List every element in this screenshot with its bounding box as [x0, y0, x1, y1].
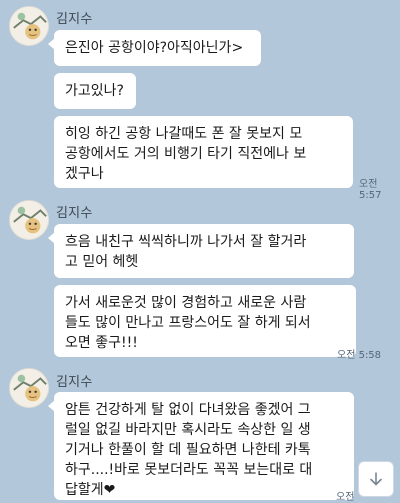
sender-avatar[interactable]: [9, 6, 49, 46]
message-bubble[interactable]: 은진아 공항이야?아직아닌가>: [48, 30, 261, 66]
arrow-down-icon: [370, 472, 382, 486]
scroll-to-bottom-button[interactable]: [358, 461, 394, 497]
message-time: 오전: [336, 492, 355, 503]
sender-avatar[interactable]: [9, 368, 49, 408]
sender-name: 김지수: [56, 206, 93, 221]
message-bubble[interactable]: 가서 새로운것 많이 경험하고 새로운 사람 들도 많이 만나고 프랑스어도 잘…: [54, 285, 356, 357]
sender-avatar[interactable]: [9, 200, 49, 240]
sender-name: 김지수: [56, 375, 93, 390]
message-time: 오전 5:58: [337, 350, 382, 361]
sender-name: 김지수: [56, 12, 93, 27]
message-bubble[interactable]: 암튼 건강하게 탈 없이 다녀왔음 좋겠어 그 럴일 없길 바라지만 혹시라도 …: [48, 392, 354, 500]
chat-room[interactable]: 김지수 은진아 공항이야?아직아닌가> 가고있나? 히잉 하긴 공항 나갈때도 …: [0, 0, 400, 503]
message-bubble[interactable]: 가고있나?: [54, 73, 136, 109]
message-bubble[interactable]: 흐음 내친구 씩씩하니까 나가서 잘 할거라 고 믿어 헤헷: [48, 224, 354, 278]
message-time: 오전 5:57: [359, 179, 382, 201]
message-bubble[interactable]: 히잉 하긴 공항 나갈때도 폰 잘 못보지 모 공항에서도 거의 비행기 타기 …: [54, 116, 353, 188]
